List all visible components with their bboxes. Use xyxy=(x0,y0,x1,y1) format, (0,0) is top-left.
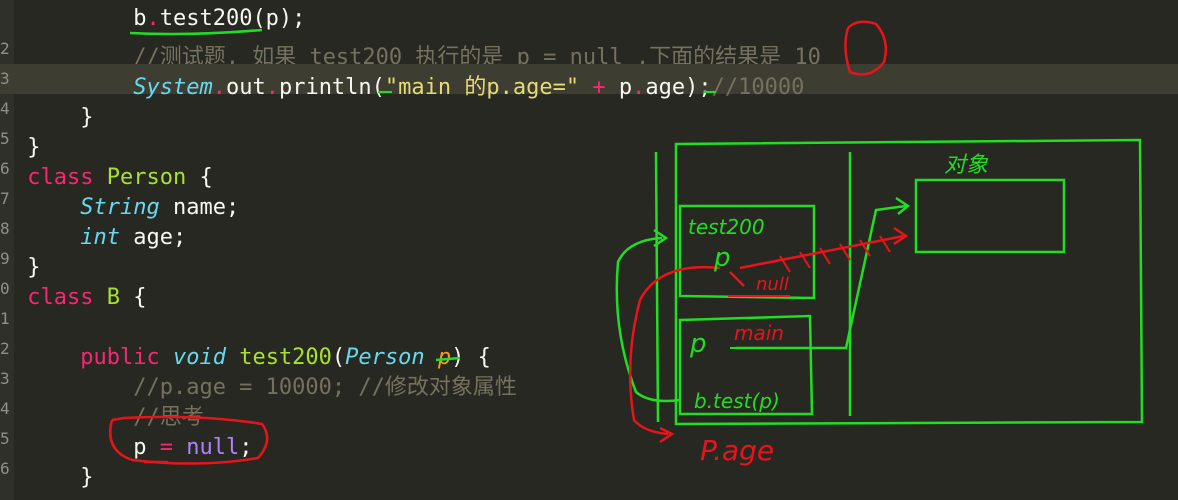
code-token: out xyxy=(225,75,266,100)
code-token: age); xyxy=(645,75,712,100)
line-number: 4 xyxy=(0,99,10,118)
line-number: 0 xyxy=(0,279,10,298)
code-token: + xyxy=(579,75,619,100)
code-token: "main 的p.age=" xyxy=(384,75,580,100)
line-number: 6 xyxy=(0,459,10,478)
green-loop-arrow xyxy=(615,236,681,403)
main-p-label: p xyxy=(689,329,707,359)
line-number: 2 xyxy=(0,39,10,58)
code-token: age; xyxy=(119,225,187,250)
object-box xyxy=(914,178,1066,254)
code-token: = xyxy=(146,435,187,460)
code-line[interactable]: 9 } xyxy=(0,244,41,280)
code-line[interactable]: b.test200(p); xyxy=(0,4,305,34)
code-line[interactable]: 5 p = null; xyxy=(0,424,252,460)
line-number: 5 xyxy=(0,429,10,448)
test200-frame-box xyxy=(678,204,816,300)
line-number: 7 xyxy=(0,189,10,208)
red-null-arrow xyxy=(729,271,745,287)
code-token: { xyxy=(119,285,147,310)
code-line[interactable]: 6 class Person { xyxy=(0,154,213,190)
line-number: 8 xyxy=(0,219,10,238)
code-token: } xyxy=(80,465,94,490)
code-line[interactable]: 3 System.out.println("main 的p.age=" + p.… xyxy=(0,64,1178,100)
test200-p-label: p xyxy=(713,243,731,273)
code-token: test200 xyxy=(159,6,253,31)
code-text: class B { xyxy=(14,283,146,313)
btest-label: b.test(p) xyxy=(694,389,780,413)
code-line[interactable]: 3 //p.age = 10000; //修改对象属性 xyxy=(0,364,517,400)
line-number: 9 xyxy=(0,249,10,268)
red-loop-arrow xyxy=(628,265,721,436)
code-line[interactable]: 4 } xyxy=(0,94,93,130)
line-number: 5 xyxy=(0,129,10,148)
code-token: b xyxy=(133,6,147,31)
code-text: System.out.println("main 的p.age=" + p.ag… xyxy=(14,73,804,103)
main-label: main xyxy=(734,321,784,345)
stack-left-line xyxy=(654,151,660,423)
main-to-object-arrow xyxy=(736,204,907,350)
code-line[interactable]: 1 xyxy=(0,304,27,334)
red-crossed-arrow xyxy=(739,234,905,270)
code-editor[interactable]: b.test200(p); 2 //测试题, 如果 test200 执行的是 p … xyxy=(0,0,1178,500)
line-number: 2 xyxy=(0,339,10,358)
line-number: 1 xyxy=(0,309,10,328)
test200-frame-label: test200 xyxy=(688,215,765,239)
code-line[interactable]: 4 //思考 xyxy=(0,394,204,430)
code-line[interactable]: 7 String name; xyxy=(0,184,239,220)
line-number: 3 xyxy=(0,69,10,88)
code-token: null xyxy=(186,435,240,460)
code-token: int xyxy=(80,225,120,250)
code-text: b.test200(p); xyxy=(14,4,305,34)
code-line[interactable]: 8 int age; xyxy=(0,214,186,250)
line-number: 6 xyxy=(0,159,10,178)
main-frame-box xyxy=(678,314,814,416)
code-line[interactable]: 2 public void test200(Person p) { xyxy=(0,334,491,370)
main-to-object-arrowhead xyxy=(895,196,911,215)
code-token: . xyxy=(265,75,279,100)
code-token: p xyxy=(133,435,147,460)
memory-heap-box xyxy=(674,138,1144,426)
code-token: . xyxy=(212,75,226,100)
code-token: class xyxy=(27,285,94,310)
code-token: println( xyxy=(278,75,385,100)
code-token: //10000 xyxy=(711,75,805,100)
code-token: . xyxy=(632,75,646,100)
red-loop-arrowhead xyxy=(659,426,675,444)
code-token: B xyxy=(106,285,120,310)
code-line[interactable]: 5 } xyxy=(0,124,41,160)
object-label: 对象 xyxy=(944,153,989,178)
line-number: 4 xyxy=(0,399,10,418)
code-token: . xyxy=(146,6,160,31)
line-number: 3 xyxy=(0,369,10,388)
code-token: p xyxy=(618,75,633,100)
code-token: (p); xyxy=(252,6,306,31)
code-line[interactable]: 0 class B { xyxy=(0,274,146,310)
code-text: } xyxy=(14,463,93,493)
page-label: P.age xyxy=(700,434,774,467)
code-line[interactable]: 6 } xyxy=(0,454,93,490)
code-token: ; xyxy=(239,435,253,460)
red-arrowhead xyxy=(893,226,909,246)
green-loop-arrowhead xyxy=(653,228,669,248)
null-label: null xyxy=(756,274,789,295)
code-token: } xyxy=(80,105,94,130)
code-token: System xyxy=(133,75,213,100)
red-cross-marks xyxy=(779,235,891,273)
code-line[interactable]: 2 //测试题, 如果 test200 执行的是 p = null ,下面的结果… xyxy=(0,34,821,70)
